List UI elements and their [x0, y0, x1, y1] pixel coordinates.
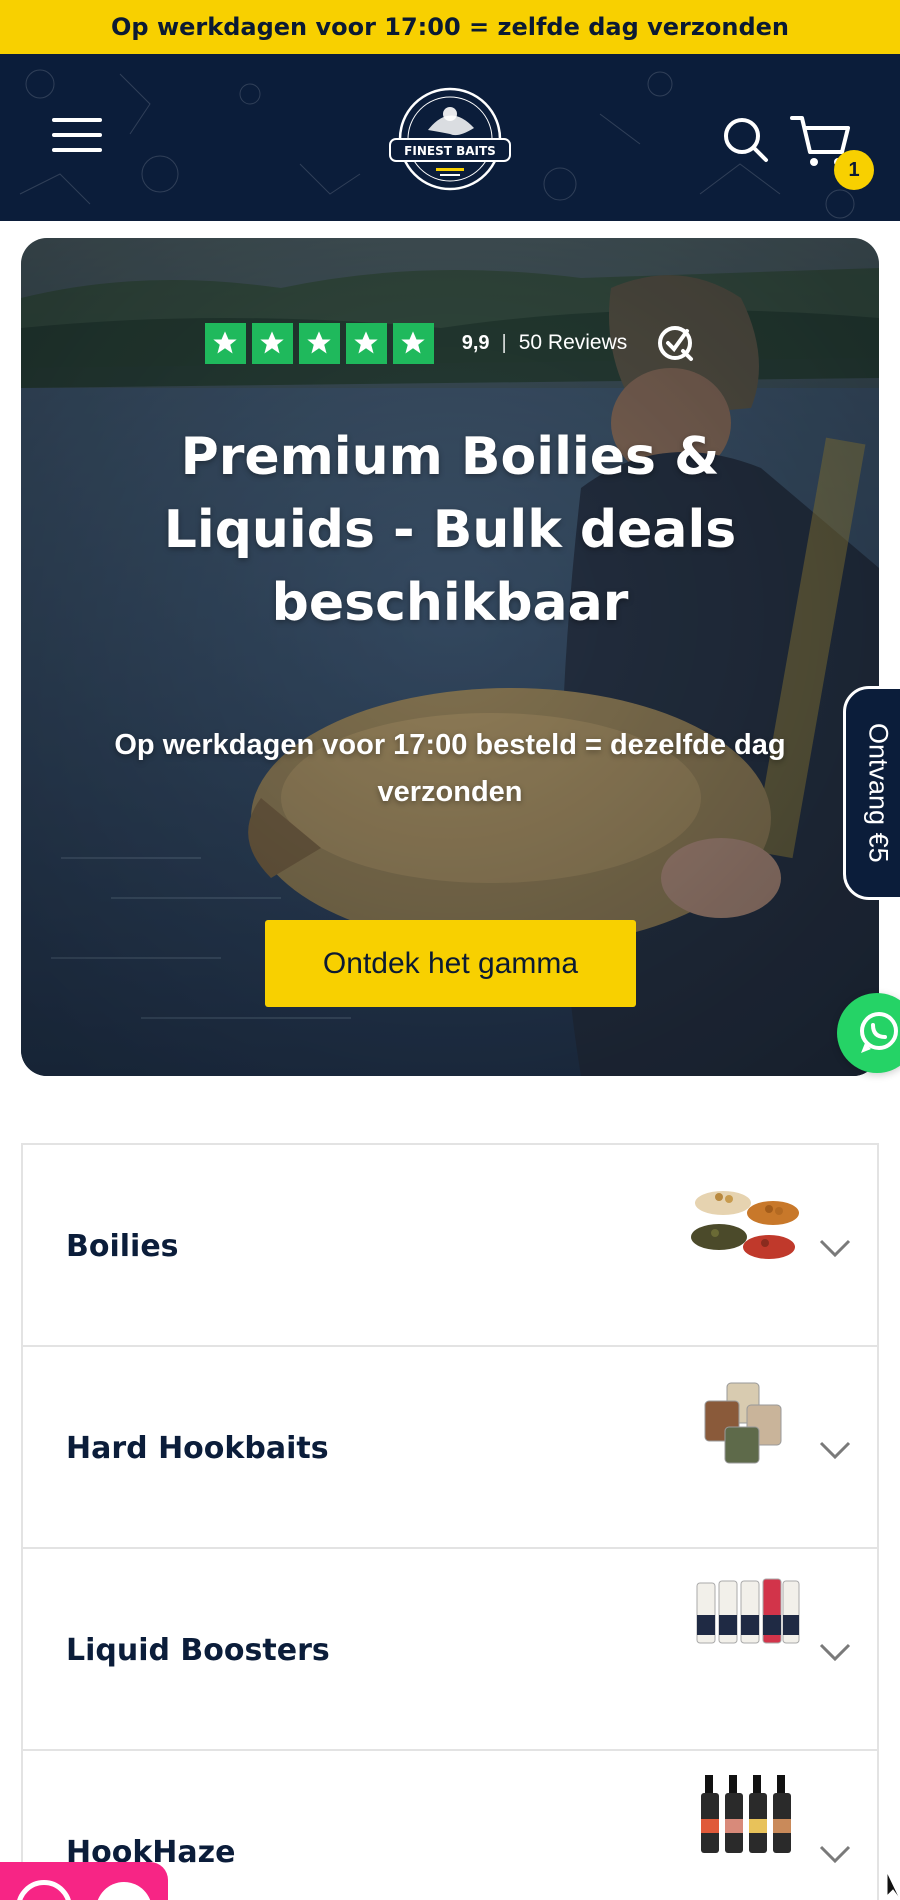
logo-brand-text: FINEST BAITS: [404, 144, 496, 158]
chevron-down-icon: [819, 1441, 851, 1460]
widget-smiley-icon: [96, 1882, 152, 1900]
announcement-text: Op werkdagen voor 17:00 = zelfde dag ver…: [111, 13, 789, 41]
cart-count-badge: 1: [834, 150, 874, 190]
star-icon: [392, 322, 434, 364]
whatsapp-icon: [860, 1012, 898, 1053]
category-label: Boilies: [66, 1229, 179, 1264]
category-item-hard-hookbaits[interactable]: Hard Hookbaits: [23, 1347, 877, 1549]
boilies-thumbnail-icon: [691, 1191, 799, 1259]
review-count: 50 Reviews: [518, 331, 628, 354]
chevron-down-icon: [819, 1845, 851, 1864]
widget-logo-icon: [16, 1880, 72, 1900]
category-item-liquid-boosters[interactable]: Liquid Boosters: [23, 1549, 877, 1751]
discount-side-tab[interactable]: Ontvang €5: [843, 686, 900, 900]
whatsapp-button[interactable]: [837, 993, 900, 1073]
hero-banner: 9,9 | 50 Reviews Premium Boilies & Liqui…: [21, 238, 879, 1076]
site-logo[interactable]: FINEST BAITS: [388, 84, 512, 194]
site-header: FINEST BAITS 1: [0, 54, 900, 221]
rating-strip[interactable]: 9,9 | 50 Reviews: [21, 322, 879, 364]
chevron-down-icon: [819, 1643, 851, 1662]
star-icon: [204, 322, 246, 364]
finest-baits-logo-icon: FINEST BAITS: [389, 87, 511, 191]
mouse-cursor-icon: [886, 1873, 900, 1899]
announcement-bar: Op werkdagen voor 17:00 = zelfde dag ver…: [0, 0, 900, 54]
hero-subtitle: Op werkdagen voor 17:00 besteld = dezelf…: [114, 729, 786, 808]
search-button[interactable]: [720, 114, 772, 166]
star-icon: [298, 322, 340, 364]
booster-bottles-thumbnail-icon: [696, 1578, 800, 1644]
star-rating: [204, 322, 434, 364]
hamburger-menu-icon: [52, 118, 102, 122]
discount-side-tab-label: Ontvang €5: [863, 723, 894, 863]
star-icon: [251, 322, 293, 364]
menu-button[interactable]: [52, 118, 102, 158]
review-platform-icon: [658, 326, 694, 361]
floating-widget-button[interactable]: [0, 1862, 168, 1900]
category-label: Liquid Boosters: [66, 1633, 330, 1668]
search-icon: [724, 118, 768, 162]
star-icon: [345, 322, 387, 364]
rating-separator: |: [501, 331, 507, 354]
category-item-boilies[interactable]: Boilies: [23, 1145, 877, 1347]
hero-title: Premium Boilies & Liquids - Bulk deals b…: [163, 427, 737, 633]
category-label: Hard Hookbaits: [66, 1431, 329, 1466]
spray-bottles-thumbnail-icon: [701, 1775, 791, 1853]
discover-range-button[interactable]: Ontdek het gamma: [265, 920, 636, 1007]
chevron-down-icon: [819, 1239, 851, 1258]
hookbait-jars-thumbnail-icon: [704, 1382, 782, 1464]
category-accordion: Boilies Hard Hookbaits Liquid Boosters H…: [21, 1143, 879, 1900]
rating-score: 9,9: [461, 331, 490, 354]
